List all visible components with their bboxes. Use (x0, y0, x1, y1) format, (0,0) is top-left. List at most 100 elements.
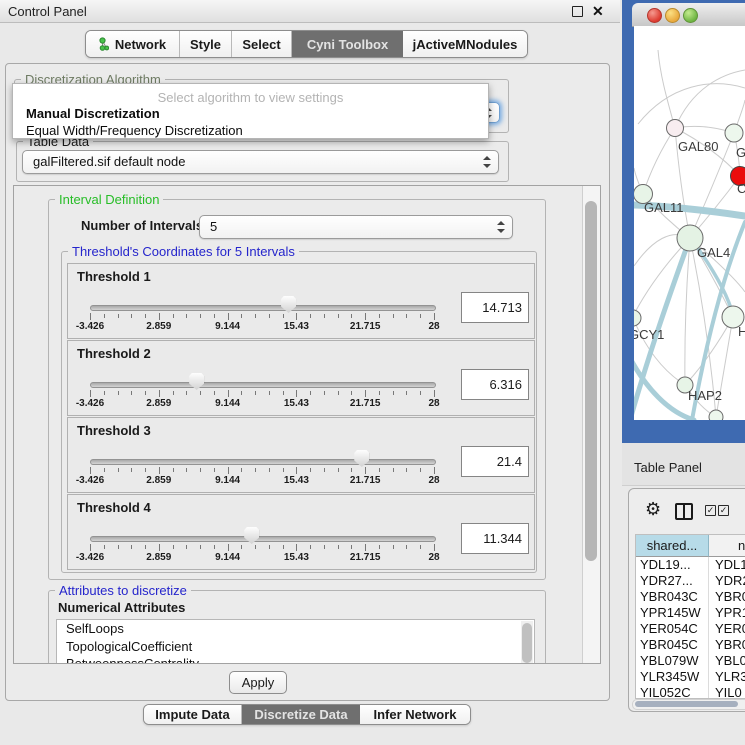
gear-icon[interactable]: ⚙ (645, 500, 661, 518)
network-node-bot[interactable] (709, 410, 723, 420)
column-header-shared[interactable]: shared... (636, 535, 709, 557)
slider-tick (118, 468, 119, 472)
checked-checkbox-icon[interactable]: ✓ (718, 505, 729, 516)
minimize-traffic-light-icon[interactable] (665, 8, 680, 23)
cell-shared-name[interactable]: YBR045C (636, 637, 709, 653)
checked-checkbox-icon[interactable]: ✓ (705, 505, 716, 516)
cell-shared-name[interactable]: YER054C (636, 621, 709, 637)
slider-tick-label: 28 (428, 398, 439, 409)
cell-name[interactable]: YBR0 (709, 637, 745, 653)
threshold-value-input[interactable]: 21.4 (461, 446, 529, 477)
attribute-list-item[interactable]: TopologicalCoefficient (57, 638, 534, 656)
cell-name[interactable]: YBL0 (709, 653, 745, 669)
control-panel-tabbar: NetworkStyleSelectCyni ToolboxjActiveMNo… (85, 30, 528, 58)
slider-track[interactable] (90, 536, 436, 542)
threshold-value-input[interactable]: 14.713 (461, 292, 529, 323)
split-columns-icon[interactable] (675, 503, 693, 520)
table-row[interactable]: YBR043CYBR0 (636, 589, 745, 605)
network-node-gal2[interactable] (725, 124, 743, 142)
slider-track[interactable] (90, 459, 436, 465)
float-window-icon[interactable] (572, 6, 583, 17)
table-row[interactable]: YLR345WYLR3 (636, 669, 745, 685)
cell-shared-name[interactable]: YDL19... (636, 557, 709, 573)
combo-spinner-icon[interactable] (496, 221, 504, 233)
slider-tick-label: 21.715 (350, 552, 381, 563)
cell-name[interactable]: YIL0 (709, 685, 745, 699)
cell-name[interactable]: YER0 (709, 621, 745, 637)
tab-impute-data[interactable]: Impute Data (144, 705, 242, 724)
slider-tick (420, 314, 421, 318)
slider-track[interactable] (90, 382, 436, 388)
tab-jactivemnodules[interactable]: jActiveMNodules (403, 31, 527, 57)
cell-name[interactable]: YDL1 (709, 557, 745, 573)
table-row[interactable]: YBL079WYBL0 (636, 653, 745, 669)
number-of-intervals-combobox[interactable]: 5 (199, 215, 513, 239)
table-row[interactable]: YIL052CYIL0 (636, 685, 745, 699)
attributes-scrollbar[interactable] (521, 621, 533, 664)
network-window-titlebar[interactable] (632, 3, 745, 27)
slider-tick (269, 468, 270, 472)
threshold-value-input[interactable]: 6.316 (461, 369, 529, 400)
cell-shared-name[interactable]: YIL052C (636, 685, 709, 699)
table-row[interactable]: YER054CYER0 (636, 621, 745, 637)
slider-tick (200, 314, 201, 318)
node-table[interactable]: shared... n YDL19...YDL1YDR27...YDR2YBR0… (635, 534, 745, 699)
attributes-group-title: Attributes to discretize (55, 583, 191, 598)
slider-tick (118, 391, 119, 395)
cell-name[interactable]: YPR1 (709, 605, 745, 621)
popup-item-equal-width-frequency[interactable]: Equal Width/Frequency Discretization (13, 122, 488, 139)
close-traffic-light-icon[interactable] (647, 8, 662, 23)
tab-network[interactable]: Network (86, 31, 180, 57)
network-edge (634, 238, 690, 320)
network-node-gal80[interactable] (667, 120, 684, 137)
slider-tick (296, 467, 297, 474)
slider-tick (296, 544, 297, 551)
slider-tick (379, 545, 380, 549)
cell-name[interactable]: YDR2 (709, 573, 745, 589)
vertical-scrollbar[interactable] (582, 186, 600, 663)
scrollbar-thumb[interactable] (522, 623, 532, 663)
table-row[interactable]: YDL19...YDL1 (636, 557, 745, 573)
popup-item-manual-discretization[interactable]: Manual Discretization (13, 105, 488, 122)
numerical-attributes-list[interactable]: SelfLoopsTopologicalCoefficientBetweenne… (56, 619, 535, 664)
tab-select[interactable]: Select (232, 31, 292, 57)
network-node-gcy1[interactable] (634, 310, 641, 326)
tab-cyni-toolbox[interactable]: Cyni Toolbox (292, 31, 403, 57)
table-data-combobox[interactable]: galFiltered.sif default node (22, 150, 499, 174)
threshold-value-input[interactable]: 11.344 (461, 523, 529, 554)
horizontal-scrollbar[interactable] (632, 699, 745, 710)
slider-tick-label: -3.426 (76, 475, 104, 486)
threshold-coordinates-title: Threshold's Coordinates for 5 Intervals (68, 244, 299, 259)
scrollbar-thumb[interactable] (585, 201, 597, 561)
slider-tick-label: 28 (428, 321, 439, 332)
close-icon[interactable]: ✕ (592, 3, 604, 20)
cell-shared-name[interactable]: YPR145W (636, 605, 709, 621)
apply-button[interactable]: Apply (229, 671, 287, 694)
zoom-traffic-light-icon[interactable] (683, 8, 698, 23)
slider-tick (241, 468, 242, 472)
column-header-name[interactable]: n (709, 535, 745, 557)
slider-tick (159, 313, 160, 320)
slider-track[interactable] (90, 305, 436, 311)
cell-shared-name[interactable]: YBR043C (636, 589, 709, 605)
cell-name[interactable]: YLR3 (709, 669, 745, 685)
scrollbar-thumb[interactable] (635, 701, 738, 707)
combo-spinner-icon[interactable] (482, 156, 490, 168)
network-graph: GAL80GACGAL11GAL4GCY1HHAP2 (634, 26, 745, 420)
slider-tick-label: 9.144 (215, 552, 240, 563)
attribute-list-item[interactable]: BetweennessCentrality (57, 655, 534, 664)
tab-infer-network[interactable]: Infer Network (360, 705, 470, 724)
attribute-list-item[interactable]: SelfLoops (57, 620, 534, 638)
cell-name[interactable]: YBR0 (709, 589, 745, 605)
cell-shared-name[interactable]: YDR27... (636, 573, 709, 589)
slider-tick (393, 468, 394, 472)
network-canvas[interactable]: GAL80GACGAL11GAL4GCY1HHAP2 (634, 26, 745, 420)
table-row[interactable]: YDR27...YDR2 (636, 573, 745, 589)
cell-shared-name[interactable]: YBL079W (636, 653, 709, 669)
tab-discretize-data[interactable]: Discretize Data (242, 705, 360, 724)
table-row[interactable]: YBR045CYBR0 (636, 637, 745, 653)
slider-tick (104, 468, 105, 472)
tab-style[interactable]: Style (180, 31, 232, 57)
table-row[interactable]: YPR145WYPR1 (636, 605, 745, 621)
cell-shared-name[interactable]: YLR345W (636, 669, 709, 685)
